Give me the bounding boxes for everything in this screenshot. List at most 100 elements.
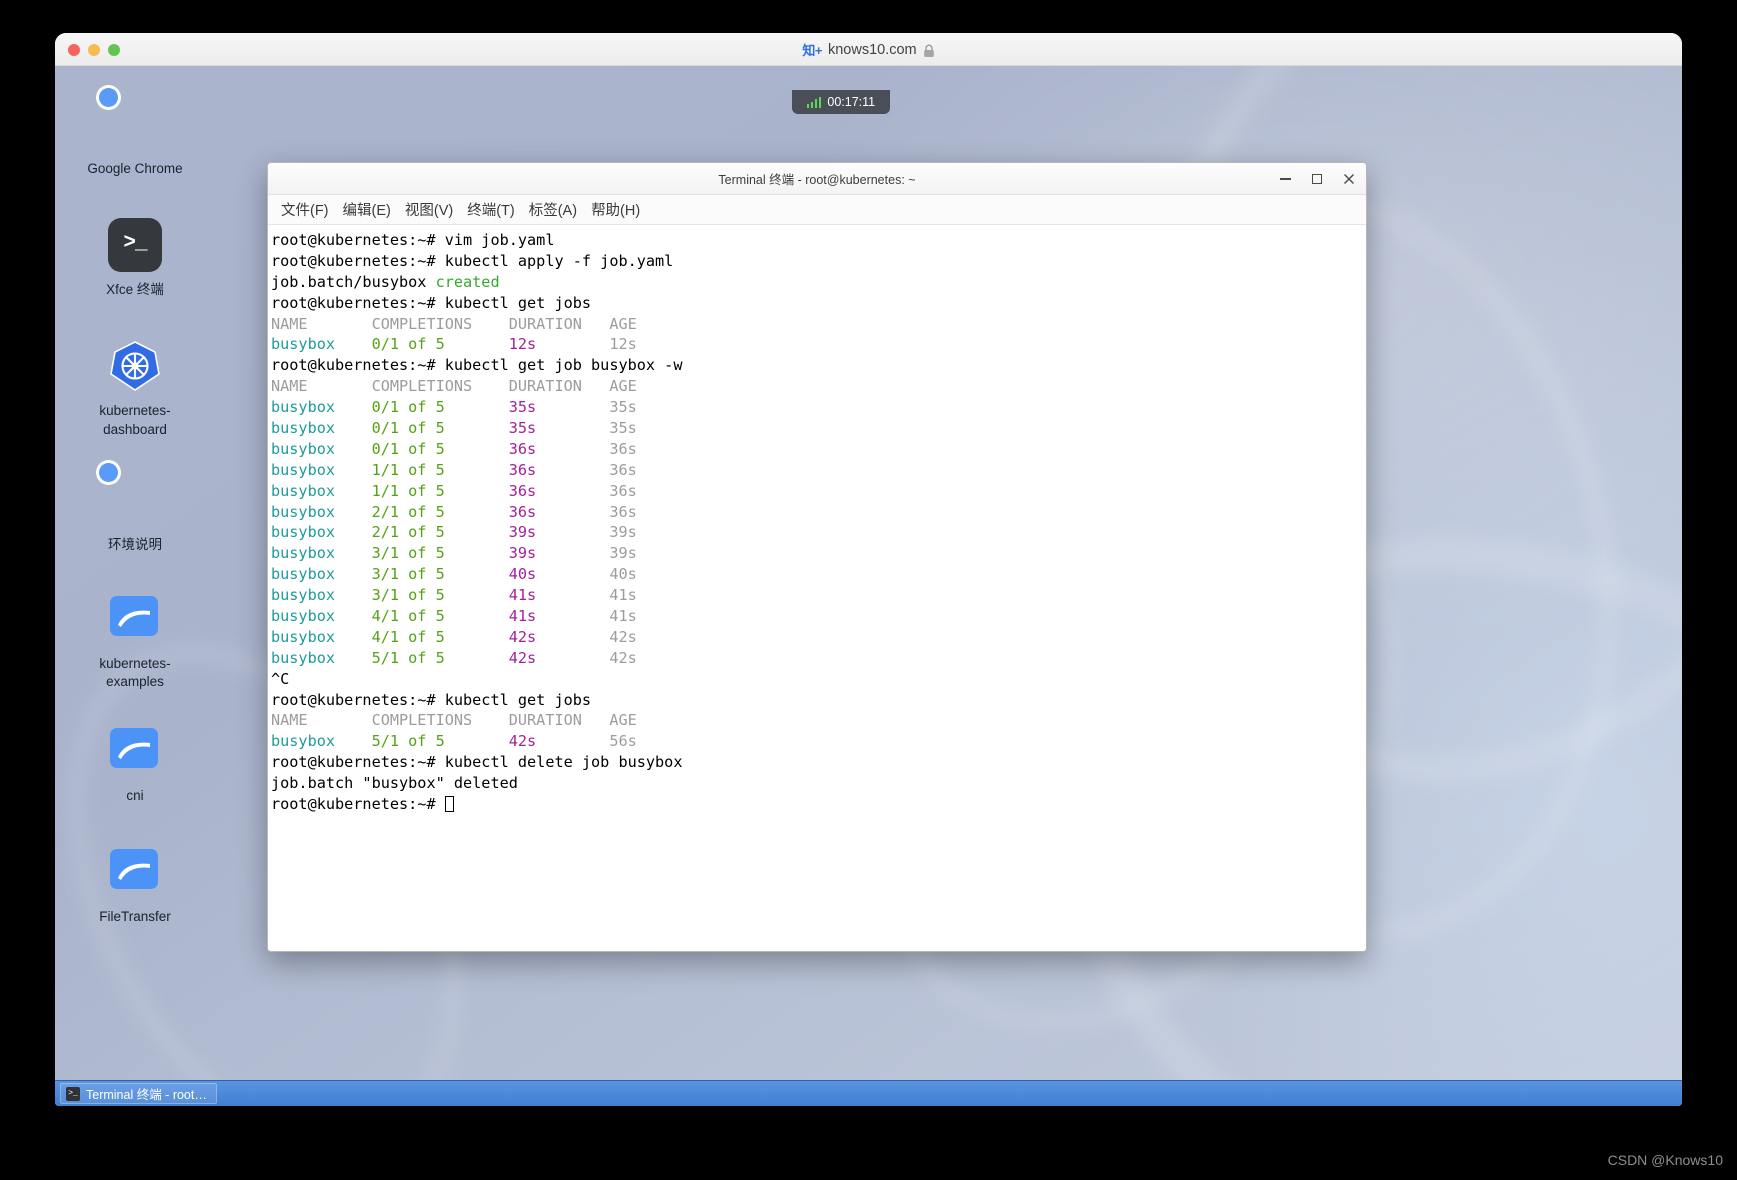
taskbar-item-terminal[interactable]: >_ Terminal 终端 - root… — [60, 1083, 217, 1104]
cell-age: 42s — [609, 627, 637, 646]
cell-age: 36s — [609, 502, 637, 521]
table-row: busybox 0/1 of 5 36s 36s — [271, 439, 1366, 460]
menu-view[interactable]: 视图(V) — [398, 196, 460, 223]
cell-age: 36s — [609, 439, 637, 458]
cell-age: 40s — [609, 565, 637, 584]
desktop-icon-cni[interactable]: cni — [69, 724, 201, 805]
browser-titlebar: 知+ knows10.com — [55, 33, 1682, 66]
cell-completions: 3/1 of 5 — [371, 586, 509, 605]
close-icon[interactable] — [1340, 170, 1358, 188]
cell-completions: 4/1 of 5 — [371, 607, 509, 626]
menu-help[interactable]: 帮助(H) — [584, 196, 647, 223]
desktop-icon-kubernetes-examples[interactable]: kubernetes-examples — [69, 592, 201, 691]
cell-duration: 35s — [508, 419, 610, 438]
menu-file[interactable]: 文件(F) — [274, 196, 336, 223]
cell-completions: 0/1 of 5 — [371, 335, 509, 354]
desktop-icon-label: 环境说明 — [108, 536, 162, 552]
table-row: busybox 4/1 of 5 41s 41s — [271, 606, 1366, 627]
cell-name: busybox — [271, 398, 372, 417]
terminal-menubar: 文件(F) 编辑(E) 视图(V) 终端(T) 标签(A) 帮助(H) — [268, 195, 1366, 225]
terminal-command-line: root@kubernetes:~# kubectl apply -f job.… — [271, 251, 1366, 272]
remote-desktop-viewport[interactable]: 00:17:11 Google Chrome >_ Xfce 终端 kubern… — [55, 66, 1682, 1106]
cell-completions: 1/1 of 5 — [371, 481, 509, 500]
menu-edit[interactable]: 编辑(E) — [336, 196, 398, 223]
desktop-icon-label: kubernetes-examples — [99, 656, 171, 690]
menu-terminal[interactable]: 终端(T) — [460, 196, 522, 223]
cell-duration: 42s — [508, 732, 610, 751]
table-row: busybox 3/1 of 5 41s 41s — [271, 585, 1366, 606]
maximize-icon[interactable] — [1308, 170, 1326, 188]
status-badge: created — [435, 272, 500, 291]
cell-completions: 0/1 of 5 — [371, 419, 509, 438]
desktop-icon-filetransfer[interactable]: FileTransfer — [69, 845, 201, 926]
cell-completions: 3/1 of 5 — [371, 544, 509, 563]
terminal-cursor — [444, 796, 454, 813]
cell-name: busybox — [271, 627, 372, 646]
cell-name: busybox — [271, 586, 372, 605]
cell-age: 41s — [609, 586, 637, 605]
session-timer: 00:17:11 — [827, 95, 876, 109]
folder-icon — [108, 592, 162, 646]
cell-completions: 0/1 of 5 — [371, 439, 509, 458]
cell-duration: 40s — [508, 565, 610, 584]
desktop-icon-xfce-terminal[interactable]: >_ Xfce 终端 — [69, 218, 201, 299]
cell-duration: 36s — [508, 502, 610, 521]
vnc-status-pill: 00:17:11 — [792, 90, 890, 114]
cell-name: busybox — [271, 544, 372, 563]
taskbar: >_ Terminal 终端 - root… — [55, 1080, 1682, 1106]
desktop-icon-label: Xfce 终端 — [106, 282, 164, 298]
taskbar-item-label: Terminal 终端 - root… — [86, 1088, 207, 1102]
table-header-text: NAME COMPLETIONS DURATION AGE — [271, 711, 637, 730]
terminal-output-line: ^C — [271, 669, 1366, 690]
cell-name: busybox — [271, 502, 372, 521]
terminal-icon: >_ — [108, 218, 162, 273]
terminal-command-line: root@kubernetes:~# vim job.yaml — [271, 230, 1366, 251]
table-row: busybox 1/1 of 5 36s 36s — [271, 481, 1366, 502]
folder-icon — [108, 845, 162, 899]
terminal-prompt: root@kubernetes:~# — [271, 293, 445, 312]
cell-duration: 41s — [508, 607, 610, 626]
terminal-prompt: root@kubernetes:~# — [271, 356, 445, 375]
browser-title-bar-text: 知+ knows10.com — [55, 33, 1682, 66]
cell-duration: 39s — [508, 544, 610, 563]
cell-name: busybox — [271, 523, 372, 542]
desktop-icon-huanjing-shuoming[interactable]: 环境说明 — [69, 460, 201, 554]
page-title: knows10.com — [827, 41, 917, 58]
desktop-icon-google-chrome[interactable]: Google Chrome — [69, 84, 201, 178]
terminal-prompt: root@kubernetes:~# — [271, 753, 445, 772]
terminal-window[interactable]: Terminal 终端 - root@kubernetes: ~ 文件(F) 编… — [267, 162, 1367, 952]
menu-tabs[interactable]: 标签(A) — [522, 196, 584, 223]
cell-age: 39s — [609, 523, 637, 542]
table-row: busybox 3/1 of 5 40s 40s — [271, 564, 1366, 585]
desktop-icon-label: cni — [126, 787, 144, 803]
terminal-table-header: NAME COMPLETIONS DURATION AGE — [271, 376, 1366, 397]
cell-completions: 5/1 of 5 — [371, 648, 509, 667]
chrome-icon — [95, 84, 162, 151]
cell-age: 35s — [609, 398, 637, 417]
cell-age: 35s — [609, 419, 637, 438]
table-row: busybox 4/1 of 5 42s 42s — [271, 627, 1366, 648]
cell-completions: 0/1 of 5 — [371, 398, 509, 417]
table-row: busybox 5/1 of 5 42s 42s — [271, 648, 1366, 669]
terminal-command: kubectl apply -f job.yaml — [444, 251, 674, 270]
terminal-titlebar: Terminal 终端 - root@kubernetes: ~ — [268, 163, 1366, 195]
site-badge-icon: 知+ — [802, 43, 822, 58]
terminal-command: kubectl get jobs — [444, 293, 592, 312]
cell-duration: 36s — [508, 460, 610, 479]
terminal-window-controls — [1276, 163, 1358, 195]
cell-name: busybox — [271, 565, 372, 584]
terminal-command: kubectl get job busybox -w — [444, 356, 683, 375]
cell-age: 42s — [609, 648, 637, 667]
desktop-icon-column: Google Chrome >_ Xfce 终端 kubernetes-dash… — [65, 84, 205, 948]
desktop-icon-kubernetes-dashboard[interactable]: kubernetes-dashboard — [69, 339, 201, 438]
cell-name: busybox — [271, 648, 372, 667]
output-text: ^C — [271, 669, 290, 688]
cell-name: busybox — [271, 439, 372, 458]
output-text: job.batch "busybox" deleted — [271, 774, 518, 793]
cell-duration: 42s — [508, 648, 610, 667]
cell-age: 36s — [609, 460, 637, 479]
table-row: busybox 5/1 of 5 42s 56s — [271, 731, 1366, 752]
minimize-icon[interactable] — [1276, 170, 1294, 188]
terminal-output[interactable]: root@kubernetes:~# vim job.yaml root@kube… — [268, 225, 1366, 951]
table-row: busybox 1/1 of 5 36s 36s — [271, 460, 1366, 481]
